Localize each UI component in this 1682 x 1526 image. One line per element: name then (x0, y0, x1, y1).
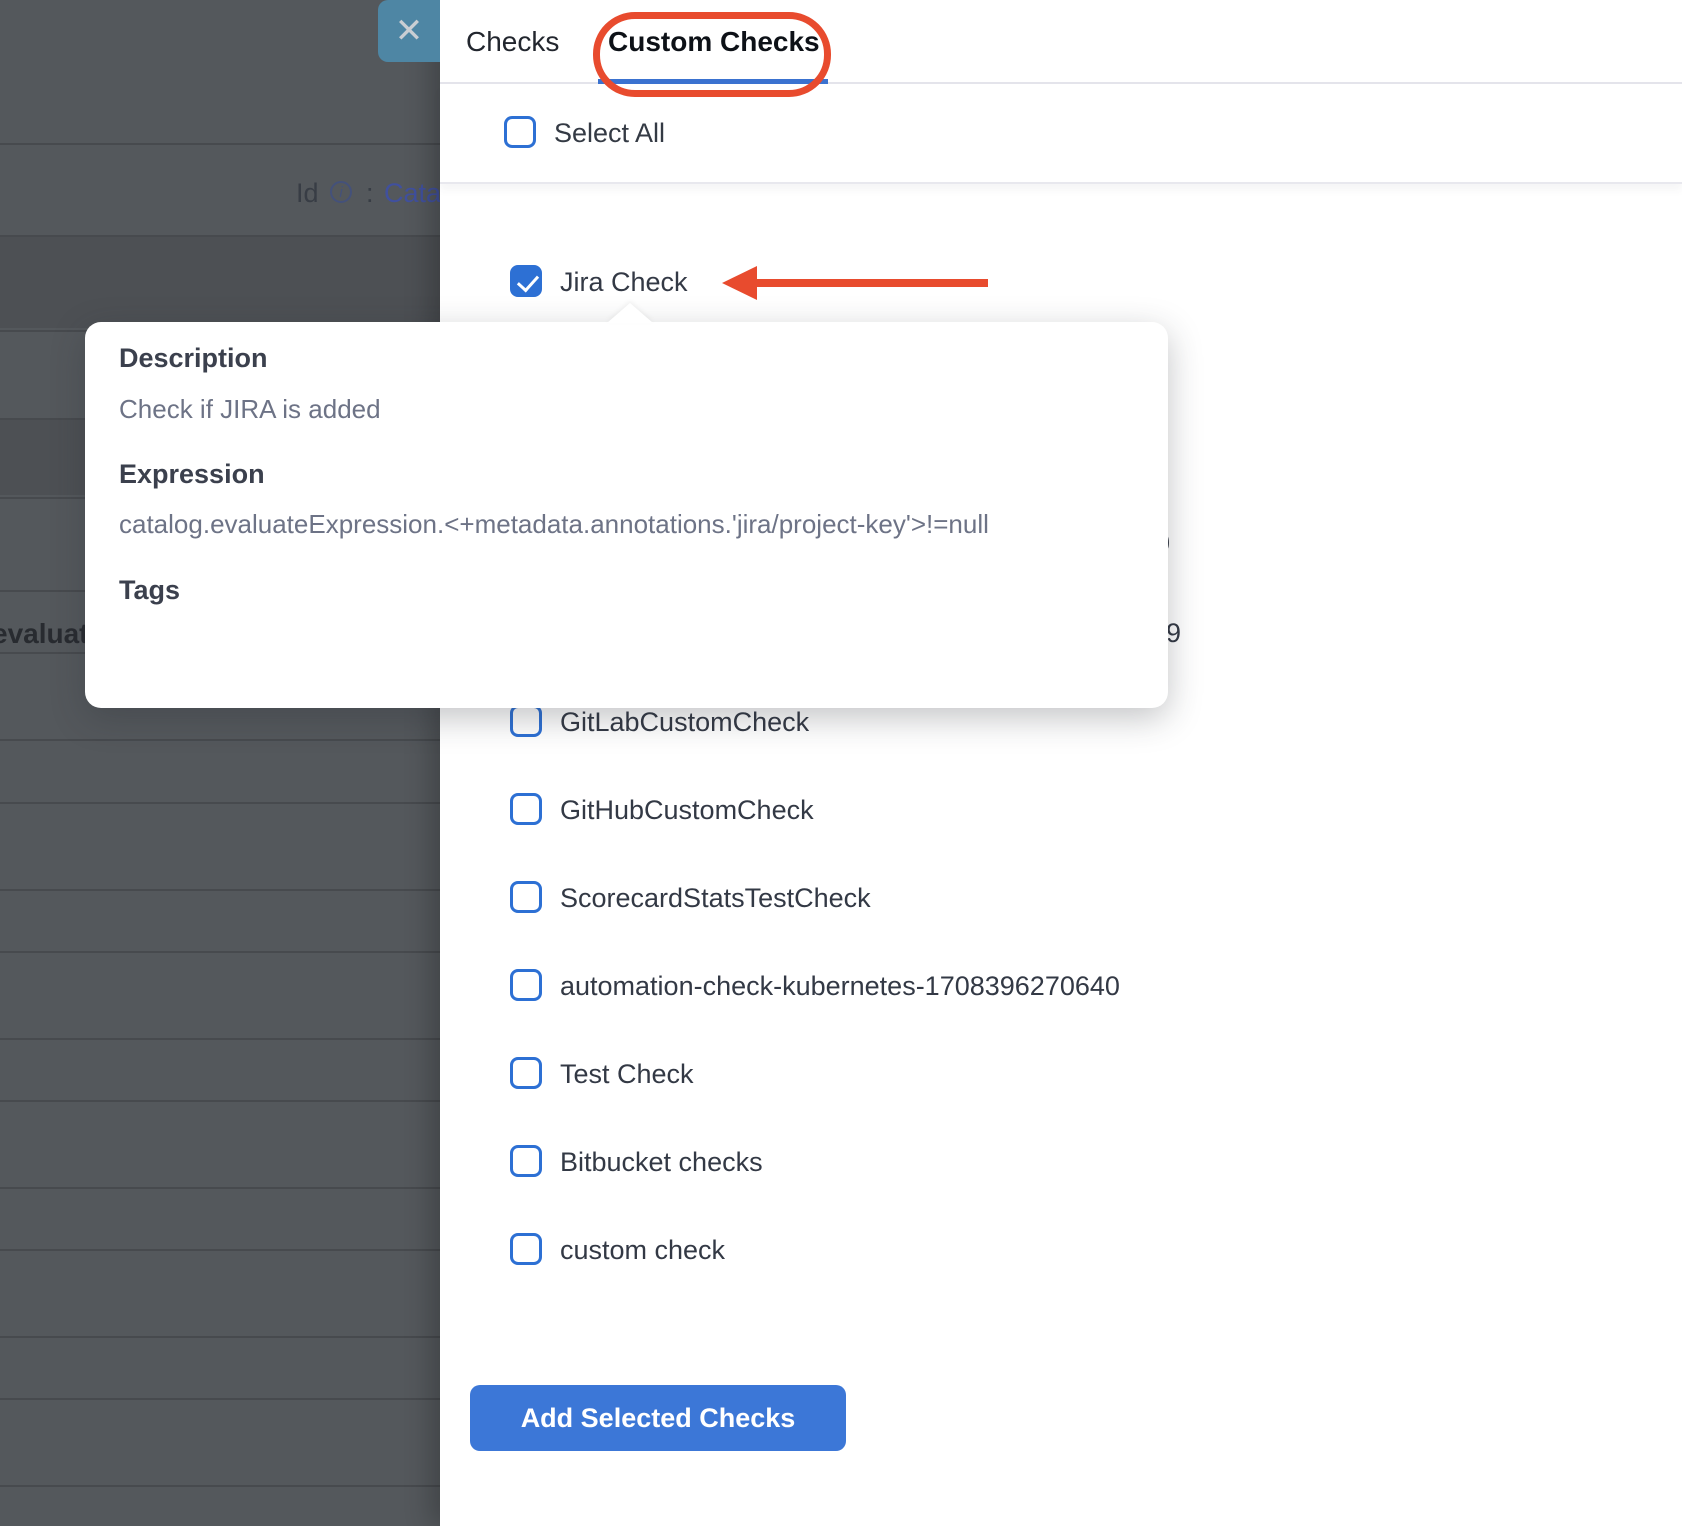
check-label[interactable]: GitHubCustomCheck (560, 795, 814, 826)
close-button[interactable]: ✕ (378, 0, 440, 62)
tooltip-tags-heading: Tags (119, 575, 180, 606)
checkbox-unchecked[interactable] (510, 881, 542, 913)
active-tab-indicator (598, 79, 828, 84)
tooltip-expression-heading: Expression (119, 459, 265, 490)
check-label[interactable]: automation-check-kubernetes-170839627064… (560, 971, 1120, 1002)
screen: Id i : Cata evaluat ✕ Checks Custom Chec… (0, 0, 1682, 1526)
checks-drawer-panel: Checks Custom Checks Select All Jira Che… (440, 0, 1682, 1526)
background-evaluate-text-fragment: evaluat (0, 618, 88, 650)
check-row-automation-check-kubernetes-1708396270640: automation-check-kubernetes-170839627064… (440, 955, 1682, 1015)
add-selected-checks-button[interactable]: Add Selected Checks (470, 1385, 846, 1451)
checkbox-unchecked[interactable] (510, 1233, 542, 1265)
check-row-bitbucket-checks: Bitbucket checks (440, 1131, 1682, 1191)
tab-bar: Checks Custom Checks (440, 0, 1682, 84)
tab-checks[interactable]: Checks (466, 0, 559, 84)
checkbox-unchecked[interactable] (510, 705, 542, 737)
check-row-githubcustomcheck: GitHubCustomCheck (440, 779, 1682, 839)
tooltip-description-text: Check if JIRA is added (119, 394, 381, 425)
background-colon: : (366, 178, 374, 209)
occluded-label-fragment: 9 (1166, 618, 1181, 649)
select-all-checkbox[interactable] (504, 116, 536, 148)
check-label[interactable]: GitLabCustomCheck (560, 707, 809, 738)
close-icon: ✕ (395, 12, 424, 50)
checkbox-checked[interactable] (510, 265, 542, 297)
checkbox-unchecked[interactable] (510, 1057, 542, 1089)
background-catalog-link-fragment: Cata (384, 178, 440, 209)
info-icon: i (330, 181, 352, 203)
check-row-custom-check: custom check (440, 1219, 1682, 1279)
check-label[interactable]: Test Check (560, 1059, 694, 1090)
background-id-label: Id (296, 178, 319, 209)
checkbox-unchecked[interactable] (510, 969, 542, 1001)
check-row-jira-check: Jira Check (440, 251, 1682, 311)
check-label[interactable]: Jira Check (560, 267, 688, 298)
check-label[interactable]: ScorecardStatsTestCheck (560, 883, 871, 914)
select-all-row: Select All (440, 86, 1682, 184)
check-row-scorecardstatstestcheck: ScorecardStatsTestCheck (440, 867, 1682, 927)
check-row-test-check: Test Check (440, 1043, 1682, 1103)
background-table-header: Id i : Cata (0, 178, 440, 212)
tooltip-caret (607, 303, 653, 323)
checkbox-unchecked[interactable] (510, 1145, 542, 1177)
select-all-label[interactable]: Select All (554, 118, 665, 149)
check-label[interactable]: custom check (560, 1235, 725, 1266)
check-details-tooltip: Description Check if JIRA is added Expre… (85, 322, 1168, 708)
check-label[interactable]: Bitbucket checks (560, 1147, 763, 1178)
checkbox-unchecked[interactable] (510, 793, 542, 825)
tab-custom-checks[interactable]: Custom Checks (608, 0, 820, 84)
tooltip-description-heading: Description (119, 343, 268, 374)
tooltip-expression-text: catalog.evaluateExpression.<+metadata.an… (119, 509, 989, 540)
